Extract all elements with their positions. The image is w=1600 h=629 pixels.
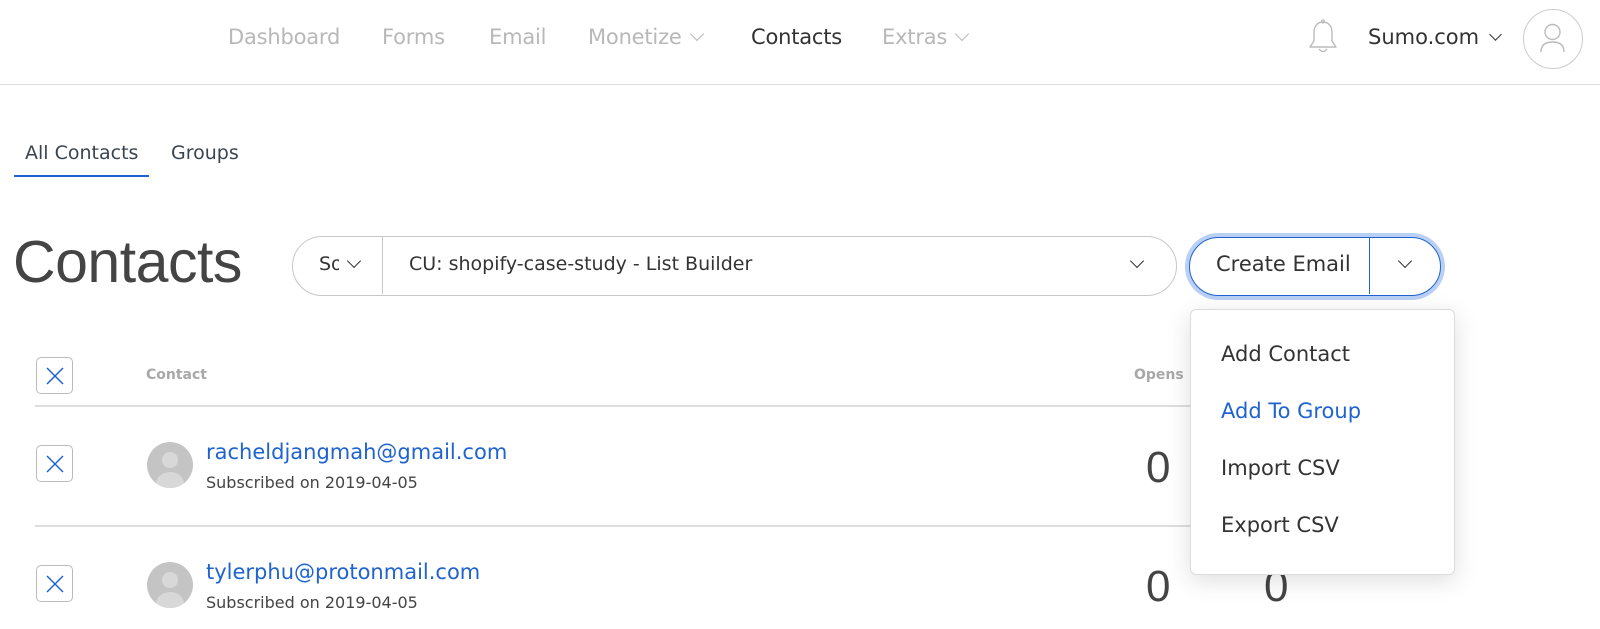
opens-count: 0 bbox=[1146, 443, 1171, 492]
chevron-down-icon bbox=[689, 26, 704, 42]
contact-email-link[interactable]: racheldjangmah@gmail.com bbox=[206, 440, 507, 464]
tab-label: All Contacts bbox=[25, 142, 139, 164]
nav-label: Dashboard bbox=[228, 25, 341, 49]
create-email-button[interactable]: Create Email bbox=[1190, 238, 1370, 294]
account-label: Sumo.com bbox=[1368, 25, 1480, 49]
menu-item-import-csv[interactable]: Import CSV bbox=[1221, 456, 1340, 480]
tab-all-contacts[interactable]: All Contacts bbox=[25, 142, 138, 164]
user-icon bbox=[1540, 23, 1565, 53]
opens-count: 0 bbox=[1146, 562, 1171, 611]
nav-item-monetize[interactable]: Monetize bbox=[588, 25, 704, 49]
chevron-down-icon bbox=[1489, 28, 1502, 41]
contact-avatar bbox=[147, 562, 193, 608]
contact-avatar bbox=[147, 442, 193, 488]
divider bbox=[35, 525, 1205, 527]
tab-label: Groups bbox=[171, 142, 239, 164]
sort-label: Sort bbox=[319, 253, 339, 275]
nav-item-email[interactable]: Email bbox=[489, 25, 546, 49]
active-tab-indicator bbox=[14, 175, 149, 177]
create-email-label: Create Email bbox=[1216, 252, 1351, 276]
create-email-split-button: Create Email bbox=[1189, 237, 1441, 296]
row-checkbox[interactable] bbox=[36, 445, 73, 482]
page-title: Contacts bbox=[13, 229, 242, 295]
more-actions-toggle[interactable] bbox=[1370, 238, 1440, 294]
chevron-down-icon bbox=[1397, 253, 1413, 269]
nav-label: Email bbox=[489, 25, 547, 49]
nav-label: Monetize bbox=[588, 25, 682, 49]
subscribed-date: Subscribed on 2019-04-05 bbox=[206, 593, 418, 612]
list-select[interactable]: CU: shopify-case-study - List Builder bbox=[383, 237, 1176, 294]
menu-item-add-contact[interactable]: Add Contact bbox=[1221, 342, 1350, 366]
contact-email-link[interactable]: tylerphu@protonmail.com bbox=[206, 560, 480, 584]
nav-label: Extras bbox=[882, 25, 948, 49]
close-icon bbox=[46, 367, 64, 385]
column-header-contact[interactable]: Contact bbox=[146, 367, 207, 383]
subscribed-date: Subscribed on 2019-04-05 bbox=[206, 473, 418, 492]
group-filter: Sort CU: shopify-case-study - List Build… bbox=[292, 236, 1177, 296]
nav-label: Contacts bbox=[751, 25, 843, 49]
selected-list-label: CU: shopify-case-study - List Builder bbox=[409, 253, 753, 275]
actions-dropdown-menu: Add Contact Add To Group Import CSV Expo… bbox=[1190, 309, 1455, 575]
chevron-down-icon bbox=[955, 26, 970, 42]
menu-item-export-csv[interactable]: Export CSV bbox=[1221, 513, 1339, 537]
account-menu[interactable]: Sumo.com bbox=[1368, 25, 1502, 49]
top-navigation: Dashboard Forms Email Monetize Contacts … bbox=[0, 0, 1600, 85]
close-icon bbox=[46, 455, 64, 473]
nav-item-contacts[interactable]: Contacts bbox=[751, 25, 842, 49]
tab-groups[interactable]: Groups bbox=[171, 142, 239, 164]
nav-item-dashboard[interactable]: Dashboard bbox=[228, 25, 340, 49]
user-icon bbox=[156, 452, 184, 488]
nav-item-forms[interactable]: Forms bbox=[382, 25, 445, 49]
user-icon bbox=[156, 572, 184, 608]
chevron-down-icon bbox=[1129, 253, 1145, 269]
nav-item-extras[interactable]: Extras bbox=[882, 25, 970, 49]
user-avatar[interactable] bbox=[1523, 9, 1583, 69]
divider bbox=[35, 405, 1205, 407]
column-header-opens[interactable]: Opens bbox=[1134, 367, 1184, 383]
nav-label: Forms bbox=[382, 25, 445, 49]
sort-select[interactable]: Sort bbox=[293, 237, 383, 294]
select-all-checkbox[interactable] bbox=[36, 357, 73, 394]
bell-icon[interactable] bbox=[1307, 19, 1339, 57]
chevron-down-icon bbox=[346, 253, 362, 269]
row-checkbox[interactable] bbox=[36, 565, 73, 602]
menu-item-add-to-group[interactable]: Add To Group bbox=[1221, 399, 1361, 423]
close-icon bbox=[46, 575, 64, 593]
